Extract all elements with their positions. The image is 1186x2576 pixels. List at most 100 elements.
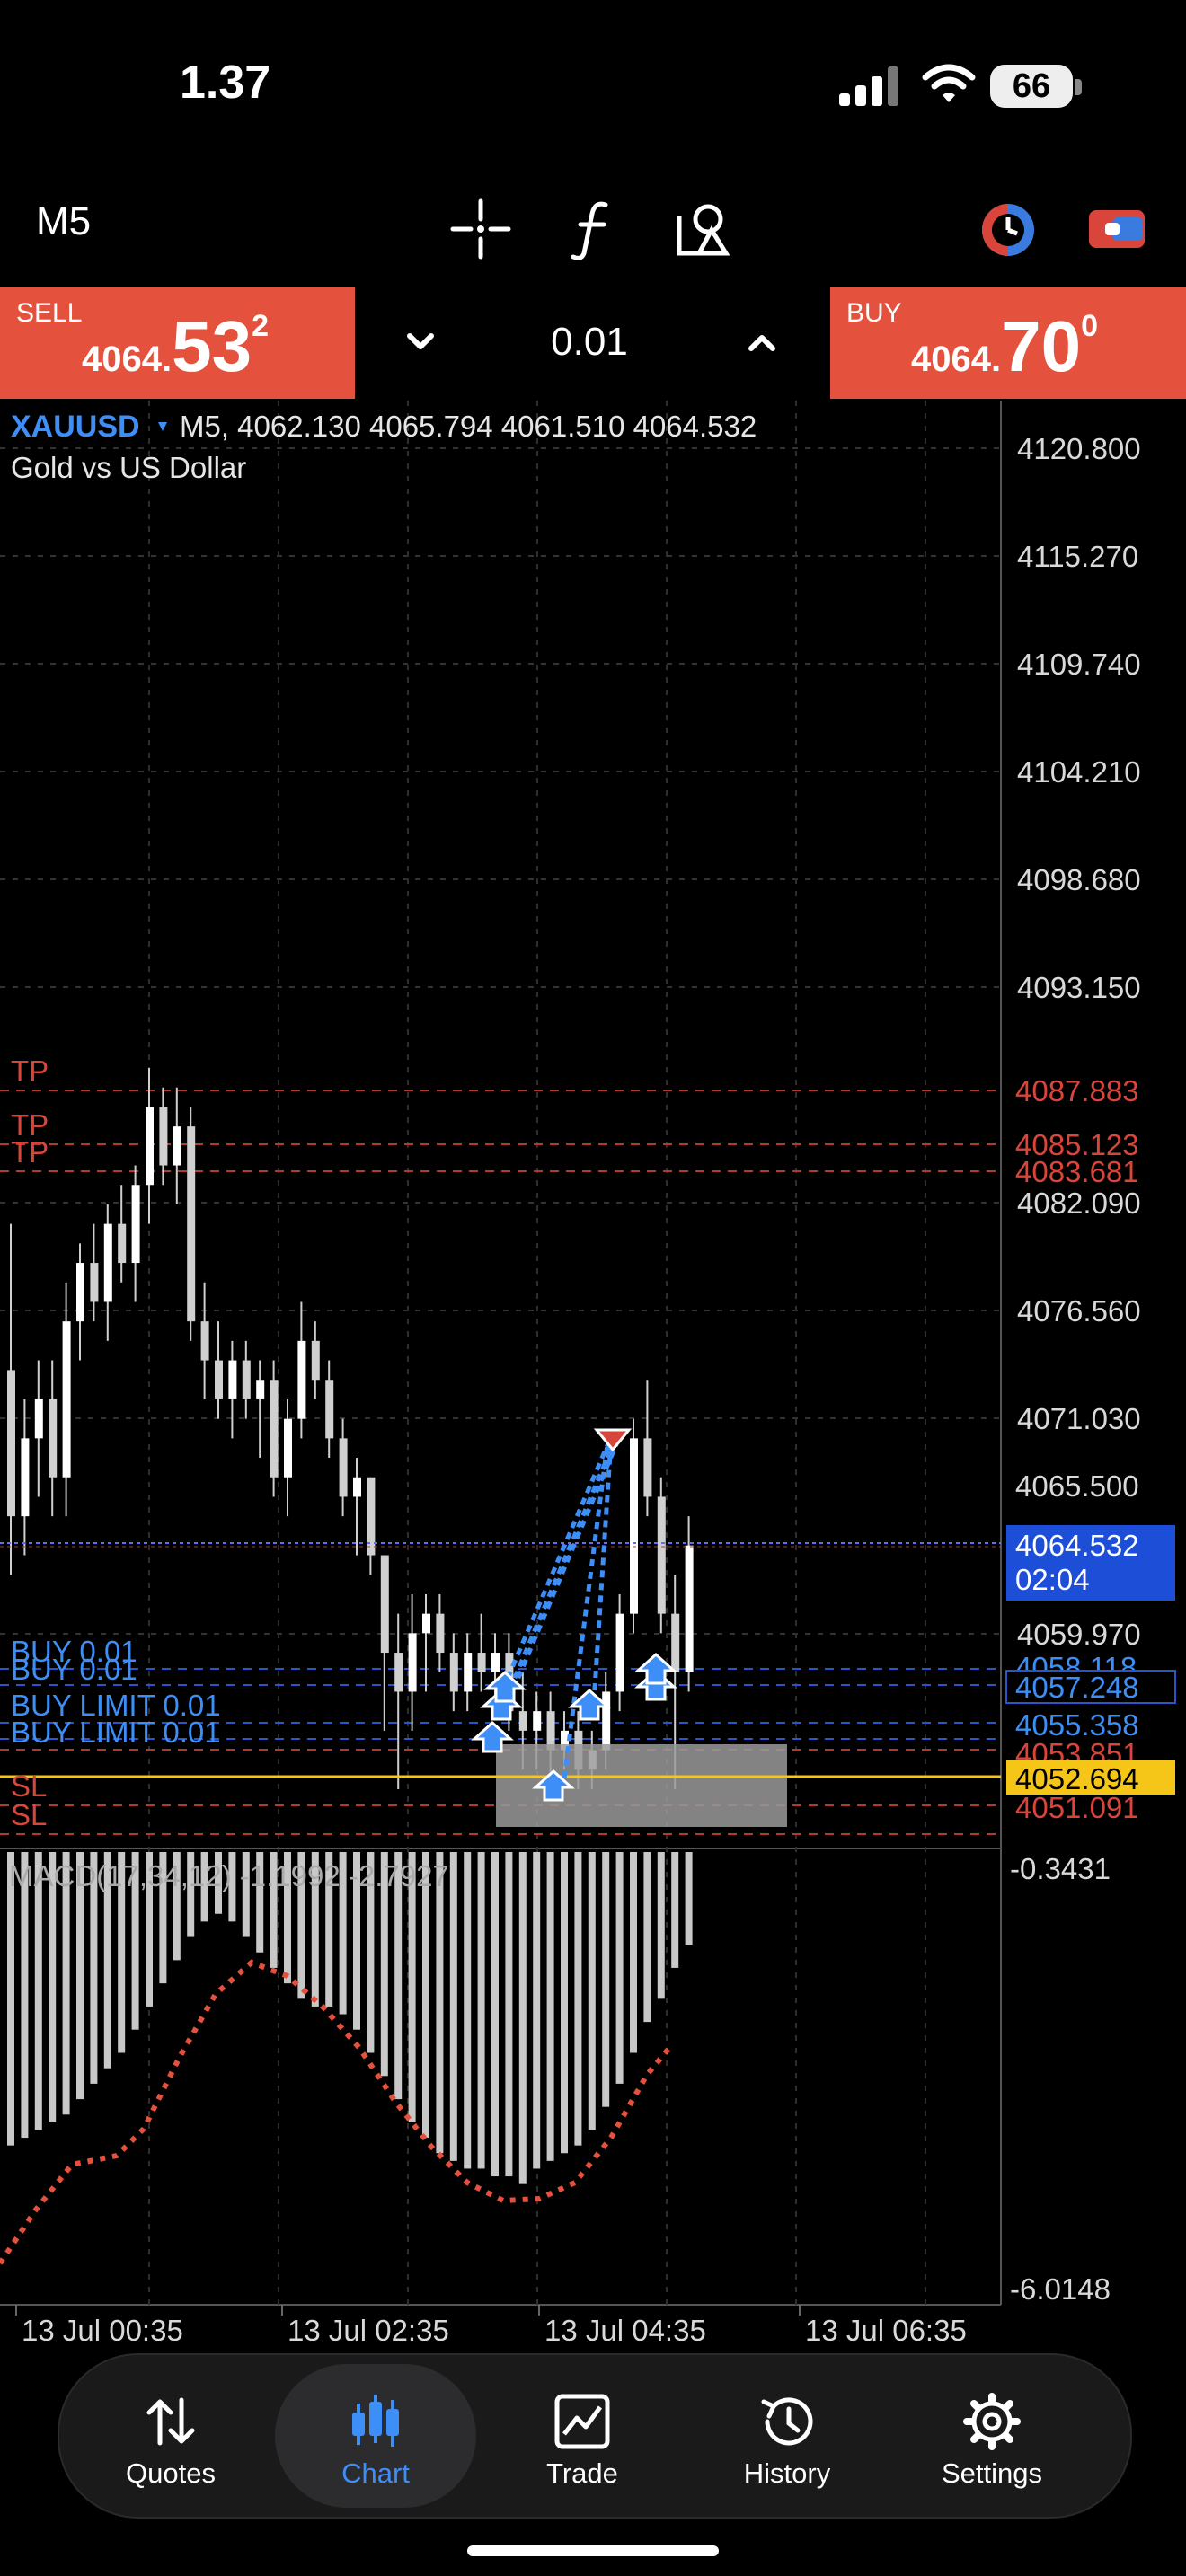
tab-quotes[interactable]: Quotes [70,2364,271,2508]
symbol-dropdown-icon[interactable] [158,422,167,431]
candle-body [408,1633,417,1692]
candle-body [436,1613,445,1654]
history-icon [761,2397,813,2446]
candle-body [630,1438,638,1614]
crosshair-icon[interactable] [449,198,512,260]
macd-bar [643,1852,651,2023]
timeframe-selector[interactable]: M5 [36,199,91,244]
trade-icon [554,2394,610,2449]
symbol-name[interactable]: XAUUSD [11,410,140,444]
bar-countdown: 02:04 [1015,1563,1090,1596]
tp-price: 4087.883 [1015,1074,1139,1107]
candle-body [131,1185,140,1264]
trade-clock-icon[interactable] [976,198,1039,260]
candle-body [215,1360,223,1399]
sl-label: SL [11,1798,47,1831]
home-indicator [467,2545,719,2556]
candle-body [339,1438,348,1497]
tab-label: Trade [546,2457,618,2489]
buy-marker-icon [568,1688,611,1721]
buy-price-fraction: 0 [1081,309,1098,343]
candle-body [90,1263,99,1302]
tab-label: Quotes [126,2457,216,2489]
function-icon[interactable] [562,198,625,260]
settings-icon [963,2393,1021,2450]
sell-price: 4064.532 [82,305,269,388]
tab-settings[interactable]: Settings [891,2364,1093,2508]
macd-top: -0.3431 [1010,1852,1111,1885]
tab-chart[interactable]: Chart [275,2364,476,2508]
macd-bar [49,1852,57,2122]
candle-body [311,1340,320,1381]
tp-label: TP [11,1135,49,1169]
candle-body [284,1418,292,1478]
macd-bar [657,1852,665,1999]
lot-size-input[interactable]: 0.01 [539,320,640,365]
candle-body [62,1321,71,1478]
macd-bar [518,1852,527,2184]
macd-label: MACD(17,34,12) -1.1992 -2.7927 [9,1859,449,1892]
price-tick: 4059.970 [1017,1618,1141,1651]
macd-bar [436,1852,444,2154]
price-chart[interactable]: 4120.800 4115.270 4109.740 4104.210 4098.680… [0,401,1186,2341]
lot-decrease-icon[interactable] [404,329,437,354]
candle-body [464,1653,473,1692]
macd-bar [630,1852,637,2053]
objects-icon[interactable] [672,198,735,260]
sell-price-base: 4064. [81,340,173,379]
account-icon[interactable] [1085,198,1148,260]
price-tick: 4082.090 [1017,1187,1141,1220]
candle-body [256,1380,265,1399]
candle-body [491,1653,500,1672]
order-label: BUY LIMIT 0.01 [11,1716,221,1749]
quotes-icon [146,2397,195,2446]
candle-body [146,1107,154,1186]
buy-label: BUY [846,298,902,328]
macd-bar [464,1852,472,2169]
tp-label: TP [11,1054,49,1088]
price-tick: 4071.030 [1017,1402,1141,1435]
macd-histogram [7,1852,693,2184]
price-tick: 4104.210 [1017,755,1141,789]
macd-bottom: -6.0148 [1010,2272,1111,2306]
chart-grid [0,401,1001,2305]
sell-price-pips: 53 [172,306,252,386]
sell-button[interactable]: SELL 4064.532 [0,287,355,399]
candle-body [173,1126,181,1166]
time-tick: 13 Jul 04:35 [544,2314,706,2341]
candle-body [685,1545,694,1672]
time-tick: 13 Jul 00:35 [22,2314,183,2341]
macd-bar [671,1852,679,1968]
macd-bar [477,1852,485,2169]
buy-button[interactable]: BUY 4064.700 [830,287,1186,399]
macd-bar [408,1852,416,2122]
candle-body [671,1613,680,1672]
battery-icon: 66 [990,65,1073,108]
tab-trade[interactable]: Trade [482,2364,683,2508]
candle-body [297,1340,306,1419]
macd-bar [449,1852,457,2161]
tab-history[interactable]: History [686,2364,888,2508]
candle-body [533,1711,542,1731]
lot-increase-icon[interactable] [746,331,778,356]
candle-body [21,1438,30,1517]
time-tick: 13 Jul 06:35 [805,2314,967,2341]
candle-body [657,1496,666,1614]
wifi-icon [922,64,976,102]
macd-bar [615,1852,624,2084]
price-tick: 4115.270 [1017,540,1138,573]
sell-marker-icon [593,1428,633,1452]
candle-body [242,1360,251,1399]
tab-label: Chart [341,2457,410,2489]
buy-price-label: 4057.248 [1015,1671,1139,1704]
price-tick: 4098.680 [1017,863,1141,896]
battery-tip [1075,79,1082,95]
price-tick: 4093.150 [1017,971,1141,1004]
macd-bar [602,1852,610,2107]
candle-body [187,1126,196,1322]
candle-body [103,1223,112,1302]
candle-body [118,1223,127,1264]
price-axis: 4120.800 4115.270 4109.740 4104.210 4098.680… [1017,432,1141,1651]
candle-body [449,1653,458,1692]
tab-label: History [743,2457,831,2489]
